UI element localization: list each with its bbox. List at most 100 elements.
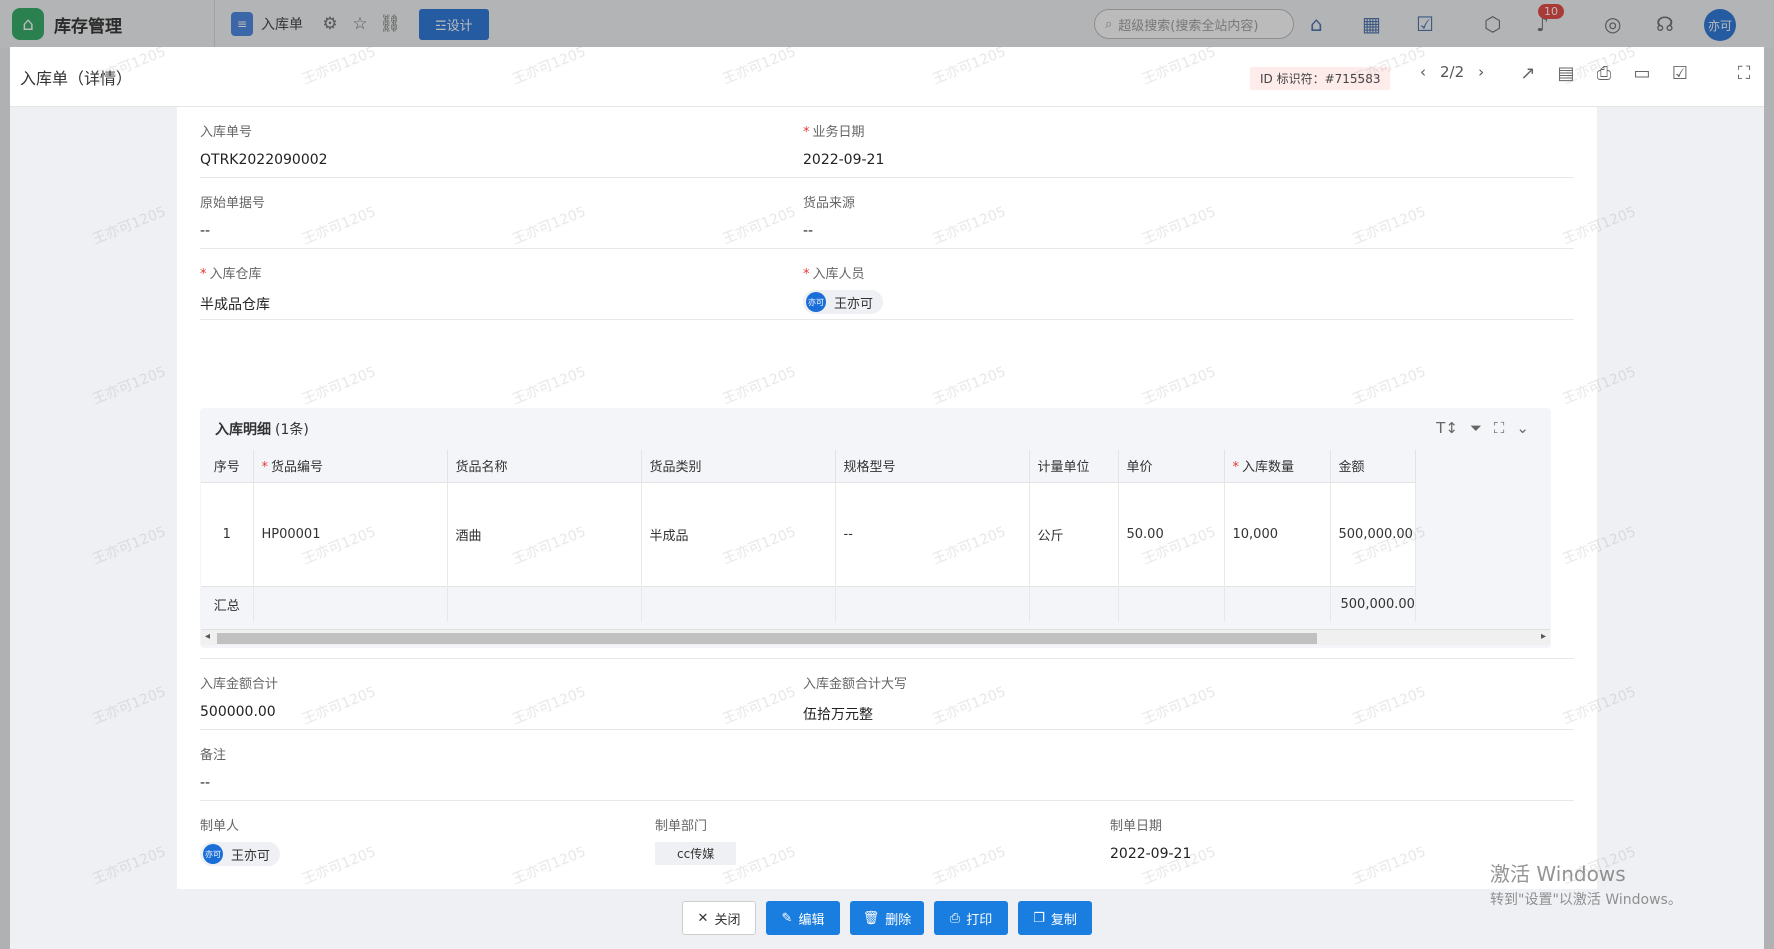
detail-dialog: 入库单（详情） ID 标识符：#715583 ‹ 2/2 › ↗ ▤ ⎙ ▭ ☑…: [10, 47, 1764, 949]
detail-subtable: 入库明细 (1条) T↕ ⏷ ⛶ ⌄ 序号 * 货品编号 货品名称 货品类别 规…: [200, 408, 1551, 648]
field-value: 伍拾万元整: [803, 707, 873, 723]
copy-button[interactable]: ❐ 复制: [1018, 901, 1092, 935]
prev-record-icon[interactable]: ‹: [1420, 63, 1426, 81]
field-value: 半成品仓库: [200, 297, 270, 313]
close-button[interactable]: ✕ 关闭: [682, 901, 756, 935]
field-create-date: 制单日期 2022-09-21: [1110, 815, 1191, 862]
subtable-header: 入库明细 (1条): [200, 408, 1551, 450]
field-total-upper: 入库金额合计大写 伍拾万元整: [803, 673, 907, 724]
edit-icon: ✎: [781, 910, 793, 926]
field-label: 入库金额合计: [200, 677, 279, 692]
cell-spec: --: [835, 482, 1030, 586]
field-staff: * 入库人员 亦可 王亦可: [803, 263, 884, 314]
column-header[interactable]: 金额: [1330, 450, 1416, 483]
field-value: QTRK2022090002: [200, 152, 328, 168]
user-name: 王亦可: [834, 296, 874, 312]
table-row[interactable]: 1 HP00001 酒曲 半成品 -- 公斤 50.00 10,000 500,…: [201, 482, 1416, 586]
expand-icon[interactable]: ⛶: [1494, 419, 1505, 437]
field-source: 货品来源 --: [803, 192, 855, 239]
summary-row: 汇总 500,000.00: [201, 585, 1416, 622]
subtable-tools: T↕ ⏷ ⛶ ⌄: [1436, 419, 1529, 437]
log-icon[interactable]: ▤: [1556, 63, 1576, 84]
field-dept: 制单部门 cc传媒: [655, 815, 737, 865]
pager-text: 2/2: [1440, 63, 1465, 81]
scroll-right-icon[interactable]: ▸: [1541, 631, 1546, 642]
field-value: 2022-09-21: [1110, 846, 1192, 862]
copy-icon: ❐: [1033, 910, 1045, 926]
field-label: 原始单据号: [200, 196, 266, 211]
chevron-down-icon[interactable]: ⌄: [1516, 419, 1529, 437]
user-chip[interactable]: 亦可 王亦可: [200, 842, 281, 866]
share-icon[interactable]: ↗: [1518, 63, 1538, 84]
column-header[interactable]: 货品类别: [641, 450, 836, 483]
column-header[interactable]: 货品名称: [447, 450, 642, 483]
scroll-left-icon[interactable]: ◂: [205, 631, 210, 642]
field-creator: 制单人 亦可 王亦可: [200, 815, 281, 866]
user-chip[interactable]: 亦可 王亦可: [803, 290, 884, 314]
field-orig-no: 原始单据号 --: [200, 192, 265, 239]
header-actions: ↗ ▤ ⎙ ▭ ☑ ⛶ ✕: [1518, 63, 1774, 84]
horizontal-scrollbar[interactable]: ◂ ▸: [201, 629, 1550, 645]
column-header[interactable]: * 入库数量: [1224, 450, 1331, 483]
summary-amount: 500,000.00: [1330, 585, 1416, 622]
field-label: 备注: [200, 748, 227, 763]
close-icon: ✕: [697, 910, 709, 926]
field-value: --: [200, 775, 211, 791]
form-row: 备注 --: [200, 730, 1574, 801]
cell-quantity: 10,000: [1224, 482, 1331, 586]
fullscreen-icon[interactable]: ⛶: [1734, 63, 1754, 84]
field-label: * 业务日期: [803, 125, 865, 140]
column-header[interactable]: 单价: [1118, 450, 1225, 483]
field-label: 制单日期: [1110, 819, 1163, 834]
approve-icon[interactable]: ☑: [1670, 63, 1690, 84]
field-total: 入库金额合计 500000.00: [200, 673, 278, 720]
record-pager: ‹ 2/2 ›: [1420, 63, 1484, 81]
print-button[interactable]: ⎙ 打印: [934, 901, 1008, 935]
delete-button[interactable]: 🗑 删除: [850, 901, 924, 935]
form-row: 入库金额合计 500000.00 入库金额合计大写 伍拾万元整: [200, 658, 1574, 730]
form-row: * 入库仓库 半成品仓库 * 入库人员 亦可 王亦可: [200, 249, 1574, 320]
filter-icon[interactable]: ⏷: [1470, 419, 1482, 437]
next-record-icon[interactable]: ›: [1478, 63, 1484, 81]
table-header-row: 序号 * 货品编号 货品名称 货品类别 规格型号 计量单位 单价 * 入库数量 金额: [201, 450, 1416, 483]
activation-title: 激活 Windows: [1490, 862, 1626, 886]
print-template-icon[interactable]: ⎙: [1594, 63, 1614, 84]
detail-table: 序号 * 货品编号 货品名称 货品类别 规格型号 计量单位 单价 * 入库数量 金额…: [201, 450, 1416, 622]
field-label: 货品来源: [803, 196, 856, 211]
cell-price: 50.00: [1118, 482, 1225, 586]
field-biz-date: * 业务日期 2022-09-21: [803, 121, 884, 168]
field-warehouse: * 入库仓库 半成品仓库: [200, 263, 270, 314]
cell-item-name: 酒曲: [447, 482, 642, 586]
cell-amount: 500,000.00: [1330, 482, 1416, 586]
form-row: 入库单号 QTRK2022090002 * 业务日期 2022-09-21: [200, 107, 1574, 178]
field-value: 2022-09-21: [803, 152, 885, 168]
avatar: 亦可: [806, 292, 826, 312]
trash-icon: 🗑: [862, 910, 880, 926]
subtable-count: (1条): [275, 422, 309, 438]
cell-unit: 公斤: [1029, 482, 1119, 586]
field-label: * 入库仓库: [200, 267, 262, 282]
text-size-icon[interactable]: T↕: [1436, 419, 1458, 437]
field-label: * 入库人员: [803, 267, 865, 282]
field-value: --: [803, 223, 814, 239]
field-remark: 备注 --: [200, 744, 226, 791]
cell-index: 1: [201, 482, 254, 586]
record-id-tag[interactable]: ID 标识符：#715583: [1250, 67, 1391, 90]
field-label: 制单部门: [655, 819, 708, 834]
form-row: 原始单据号 -- 货品来源 --: [200, 178, 1574, 249]
edit-button[interactable]: ✎ 编辑: [766, 901, 840, 935]
column-header[interactable]: 序号: [201, 450, 254, 483]
field-value: --: [200, 223, 211, 239]
form-content: 入库单号 QTRK2022090002 * 业务日期 2022-09-21 原始单…: [177, 107, 1597, 889]
avatar: 亦可: [203, 844, 223, 864]
subtable-title: 入库明细: [215, 422, 271, 438]
column-header[interactable]: 计量单位: [1029, 450, 1119, 483]
cell-item-code-link[interactable]: HP00001: [253, 482, 448, 586]
calendar-icon[interactable]: ▭: [1632, 63, 1652, 84]
scrollbar-thumb[interactable]: [217, 633, 1317, 644]
column-header[interactable]: 规格型号: [835, 450, 1030, 483]
field-label: 入库单号: [200, 125, 253, 140]
field-value: 500000.00: [200, 704, 276, 720]
column-header[interactable]: * 货品编号: [253, 450, 448, 483]
activation-hint: 转到"设置"以激活 Windows。: [1490, 892, 1682, 908]
